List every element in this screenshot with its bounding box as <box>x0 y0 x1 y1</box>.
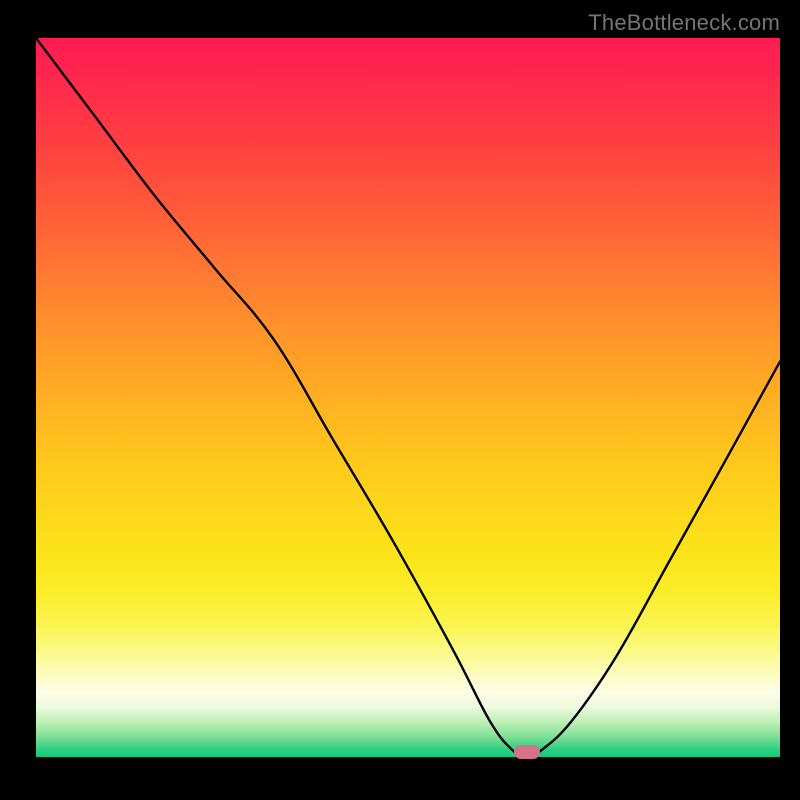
bottleneck-curve <box>36 38 780 757</box>
plot-area <box>36 38 780 757</box>
optimum-marker <box>514 745 540 759</box>
chart-container: TheBottleneck.com <box>0 0 800 800</box>
attribution-watermark: TheBottleneck.com <box>588 10 780 36</box>
